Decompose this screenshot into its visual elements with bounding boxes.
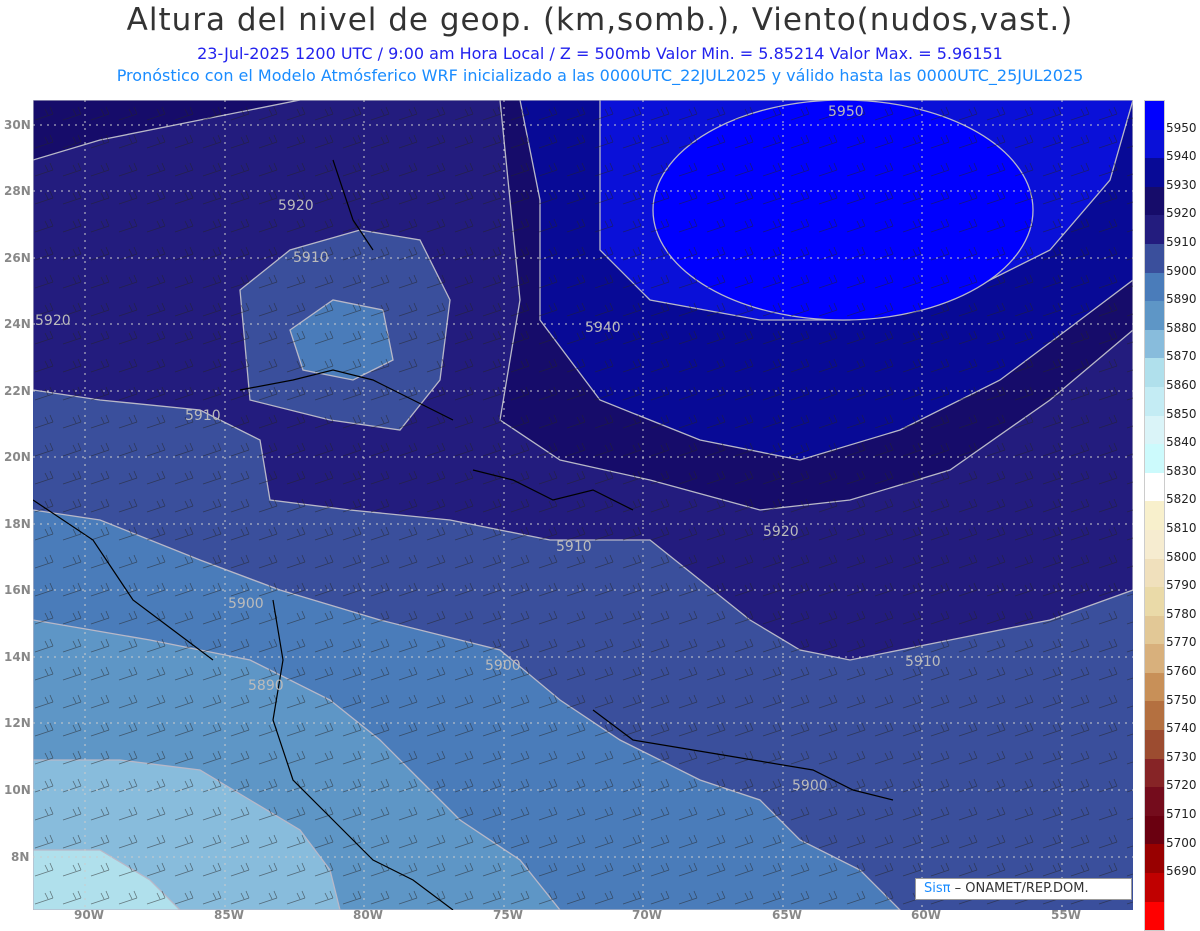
colorbar-label: 5880 [1166, 320, 1197, 335]
brand-logo: Sisπ [924, 881, 951, 896]
contour-label: 5910 [905, 654, 941, 670]
lat-label: 12N [4, 716, 31, 730]
colorbar-label: 5840 [1166, 435, 1197, 450]
colorbar-swatch [1145, 587, 1164, 616]
colorbar-label: 5690 [1166, 864, 1197, 879]
colorbar-swatch [1145, 243, 1164, 273]
colorbar-swatch [1145, 558, 1164, 588]
contour-label: 5950 [828, 104, 864, 120]
lon-label: 70W [632, 908, 662, 922]
colorbar-label: 5750 [1166, 692, 1197, 707]
colorbar-swatch [1145, 844, 1164, 874]
colorbar-label: 5820 [1166, 492, 1197, 507]
colorbar-label: 5710 [1166, 807, 1197, 821]
colorbar-swatch [1145, 129, 1164, 159]
colorbar-swatch [1145, 186, 1164, 216]
lon-label: 80W [353, 908, 383, 922]
lat-label: 16N [4, 583, 31, 597]
colorbar-label: 5830 [1166, 463, 1197, 478]
colorbar-label: 5930 [1166, 177, 1197, 192]
colorbar-swatch [1145, 444, 1164, 473]
colorbar-swatch [1145, 672, 1164, 702]
contour-label: 5920 [278, 198, 314, 214]
map-title: Altura del nivel de geop. (km,somb.), Vi… [126, 2, 1074, 38]
colorbar-label: 5940 [1166, 149, 1197, 164]
colorbar-swatch [1145, 644, 1164, 673]
lat-label: 10N [4, 783, 31, 797]
colorbar-swatch [1145, 730, 1164, 759]
lon-label: 60W [911, 908, 941, 922]
colorbar-swatch [1145, 358, 1164, 387]
colorbar-swatch [1145, 301, 1164, 330]
lat-label: 18N [4, 517, 31, 531]
lat-label: 24N [4, 317, 31, 331]
contour-label: 5910 [556, 539, 592, 555]
colorbar-label: 5730 [1166, 749, 1197, 764]
lat-label: 28N [4, 184, 31, 198]
colorbar-label: 5950 [1166, 120, 1197, 135]
contour-label: 5900 [228, 596, 264, 612]
colorbar-label: 5740 [1166, 721, 1197, 736]
model-info: Pronóstico con el Modelo Atmósferico WRF… [116, 66, 1084, 85]
colorbar-label: 5720 [1166, 778, 1197, 793]
colorbar-label: 5890 [1166, 292, 1197, 307]
colorbar-swatch [1145, 615, 1164, 645]
lon-label: 85W [214, 908, 244, 922]
contour-label: 5910 [293, 250, 329, 266]
colorbar-label: 5850 [1166, 406, 1197, 421]
contour-label: 5920 [35, 313, 71, 329]
colorbar-label: 5860 [1166, 378, 1197, 392]
lat-label: 30N [4, 118, 31, 132]
colorbar-label: 5780 [1166, 606, 1197, 621]
colorbar-label: 5910 [1166, 235, 1197, 249]
colorbar-label: 5770 [1166, 635, 1197, 650]
contour-label: 5900 [792, 778, 828, 794]
colorbar-swatch [1145, 386, 1164, 416]
contour-label: 5900 [485, 658, 521, 674]
lon-label: 90W [74, 908, 104, 922]
map-subtitle: 23-Jul-2025 1200 UTC / 9:00 am Hora Loca… [197, 44, 1003, 63]
contour-label: 5910 [185, 408, 221, 424]
colorbar-swatch [1145, 787, 1164, 816]
colorbar-swatch [1145, 758, 1164, 788]
colorbar-swatch [1145, 329, 1164, 359]
colorbar-swatch [1145, 472, 1164, 502]
lat-label: 20N [4, 450, 31, 464]
colorbar-label: 5700 [1166, 835, 1197, 850]
contour-label: 5940 [585, 320, 621, 336]
colorbar-swatch [1145, 529, 1164, 559]
colorbar-label: 5920 [1166, 206, 1197, 221]
geopotential-map: 5950 5920 5910 5920 5940 5910 5920 5910 … [33, 100, 1133, 910]
colorbar-swatch [1145, 501, 1164, 530]
lat-label: 8N [11, 850, 30, 864]
lat-label: 14N [4, 650, 31, 664]
lon-label: 75W [493, 908, 523, 922]
colorbar-swatch [1145, 101, 1164, 130]
colorbar-label: 5900 [1166, 263, 1197, 278]
colorbar-swatch [1145, 873, 1164, 902]
colorbar-label: 5800 [1166, 549, 1197, 564]
colorbar-swatch [1145, 815, 1164, 845]
colorbar-label: 5790 [1166, 578, 1197, 593]
credit-text: – ONAMET/REP.DOM. [950, 881, 1089, 896]
lat-label: 26N [4, 251, 31, 265]
colorbar-swatch [1145, 215, 1164, 244]
lon-label: 55W [1051, 908, 1081, 922]
lat-label: 22N [4, 384, 31, 398]
colorbar-label: 5810 [1166, 521, 1197, 535]
credit-box: Sisπ – ONAMET/REP.DOM. [915, 878, 1132, 900]
colorbar-label: 5870 [1166, 349, 1197, 364]
colorbar-swatch [1145, 701, 1164, 731]
colorbar [1144, 100, 1165, 931]
colorbar-swatch [1145, 415, 1164, 445]
lon-label: 65W [772, 908, 802, 922]
colorbar-swatch [1145, 272, 1164, 302]
colorbar-swatch [1145, 158, 1164, 187]
colorbar-label: 5760 [1166, 664, 1197, 678]
contour-label: 5920 [763, 524, 799, 540]
contour-label: 5890 [248, 678, 284, 694]
colorbar-swatch [1145, 901, 1164, 931]
